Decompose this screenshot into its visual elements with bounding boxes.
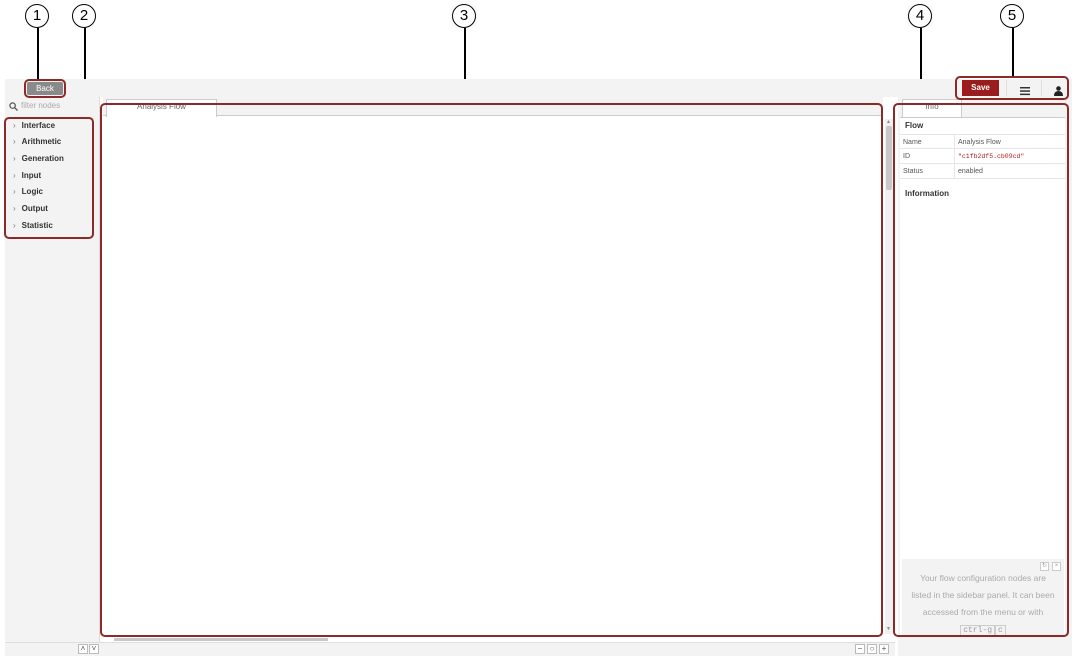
back-button[interactable]: Back — [27, 82, 63, 95]
plus-icon: + — [881, 644, 887, 653]
palette-category-output[interactable]: › Output — [13, 203, 48, 215]
menu-button[interactable] — [1006, 80, 1040, 96]
shortcut-key: ctrl-g — [960, 625, 995, 636]
header-bar — [5, 79, 1072, 97]
tab-info[interactable]: Info — [902, 99, 962, 117]
palette-scroll-up-button[interactable]: ˄ — [78, 644, 88, 654]
palette-category-label: Interface — [21, 121, 56, 130]
palette-category-input[interactable]: › Input — [13, 170, 41, 182]
workspace-vertical-scrollbar[interactable] — [885, 119, 893, 634]
tab-analysis-flow[interactable]: Analysis Flow — [106, 99, 217, 117]
workspace-horizontal-scroll-thumb[interactable] — [114, 638, 328, 641]
info-row-status: Status enabled — [900, 164, 1065, 179]
palette-category-logic[interactable]: › Logic — [13, 186, 43, 198]
workspace-scroll-thumb[interactable] — [886, 126, 892, 190]
workspace-footer — [5, 642, 895, 656]
info-key: ID — [903, 153, 910, 160]
palette-category-label: Generation — [21, 154, 64, 163]
filter-placeholder: filter nodes — [21, 101, 61, 110]
shortcut-key: c — [995, 625, 1006, 636]
zoom-in-button[interactable]: + — [879, 644, 889, 654]
hamburger-menu-icon — [1020, 83, 1030, 96]
info-value-id: "c1fb2df5.cb09cd" — [958, 153, 1025, 160]
callout-3: 3 — [452, 4, 476, 28]
callout-1: 1 — [25, 4, 49, 28]
minus-icon: − — [857, 644, 863, 653]
chevron-right-icon: › — [13, 121, 16, 130]
zoom-reset-icon: ○ — [869, 644, 875, 653]
info-key: Status — [903, 168, 923, 175]
save-button[interactable]: Save — [962, 80, 999, 96]
info-divider — [954, 164, 955, 179]
info-section-information: Information — [905, 189, 949, 198]
scroll-up-arrow-icon[interactable]: ▲ — [886, 119, 891, 125]
chevron-right-icon: › — [13, 187, 16, 196]
chevron-up-icon: ˄ — [80, 644, 86, 653]
palette-category-label: Input — [21, 171, 42, 180]
palette-category-interface[interactable]: › Interface — [13, 120, 55, 132]
info-value: enabled — [958, 168, 983, 175]
palette-category-arithmetic[interactable]: › Arithmetic — [13, 136, 61, 148]
info-section-flow: Flow — [905, 121, 924, 130]
palette-category-label: Arithmetic — [21, 137, 62, 146]
palette-category-label: Logic — [21, 187, 44, 196]
info-divider — [954, 149, 955, 164]
info-row-id: ID "c1fb2df5.cb09cd" — [900, 149, 1065, 164]
chevron-right-icon: › — [13, 171, 16, 180]
user-button[interactable] — [1041, 80, 1069, 96]
chevron-right-icon: › — [13, 204, 16, 213]
info-divider — [954, 135, 955, 150]
refresh-icon: ↻ — [1041, 563, 1048, 569]
palette-category-statistic[interactable]: › Statistic — [13, 220, 53, 232]
palette-category-label: Output — [21, 204, 48, 213]
workspace-tab-bar — [103, 97, 883, 116]
callout-2: 2 — [72, 4, 96, 28]
flow-canvas[interactable] — [103, 117, 883, 635]
zoom-out-button[interactable]: − — [855, 644, 865, 654]
search-icon — [9, 102, 18, 113]
palette-category-label: Statistic — [21, 221, 53, 230]
callout-5: 5 — [1000, 4, 1024, 28]
info-value: Analysis Flow — [958, 139, 1001, 146]
callout-1-leader — [37, 28, 39, 81]
callout-4: 4 — [908, 4, 932, 28]
chevron-right-icon: › — [13, 154, 16, 163]
tip-text: Your flow configuration nodes are listed… — [910, 570, 1056, 639]
chevron-down-icon: ˅ — [91, 644, 97, 653]
user-icon — [1054, 83, 1063, 96]
palette-category-generation[interactable]: › Generation — [13, 153, 64, 165]
tip-message: Your flow configuration nodes are listed… — [911, 573, 1055, 617]
callout-5-leader — [1012, 28, 1014, 77]
info-row-name: Name Analysis Flow — [900, 134, 1065, 150]
filter-nodes-input[interactable]: filter nodes — [9, 101, 97, 113]
close-icon: × — [1054, 563, 1059, 569]
zoom-reset-button[interactable]: ○ — [867, 644, 877, 654]
chevron-right-icon: › — [13, 221, 16, 230]
chevron-right-icon: › — [13, 137, 16, 146]
info-key: Name — [903, 139, 922, 146]
palette-scroll-down-button[interactable]: ˅ — [89, 644, 99, 654]
scroll-down-arrow-icon[interactable]: ▼ — [886, 626, 891, 632]
